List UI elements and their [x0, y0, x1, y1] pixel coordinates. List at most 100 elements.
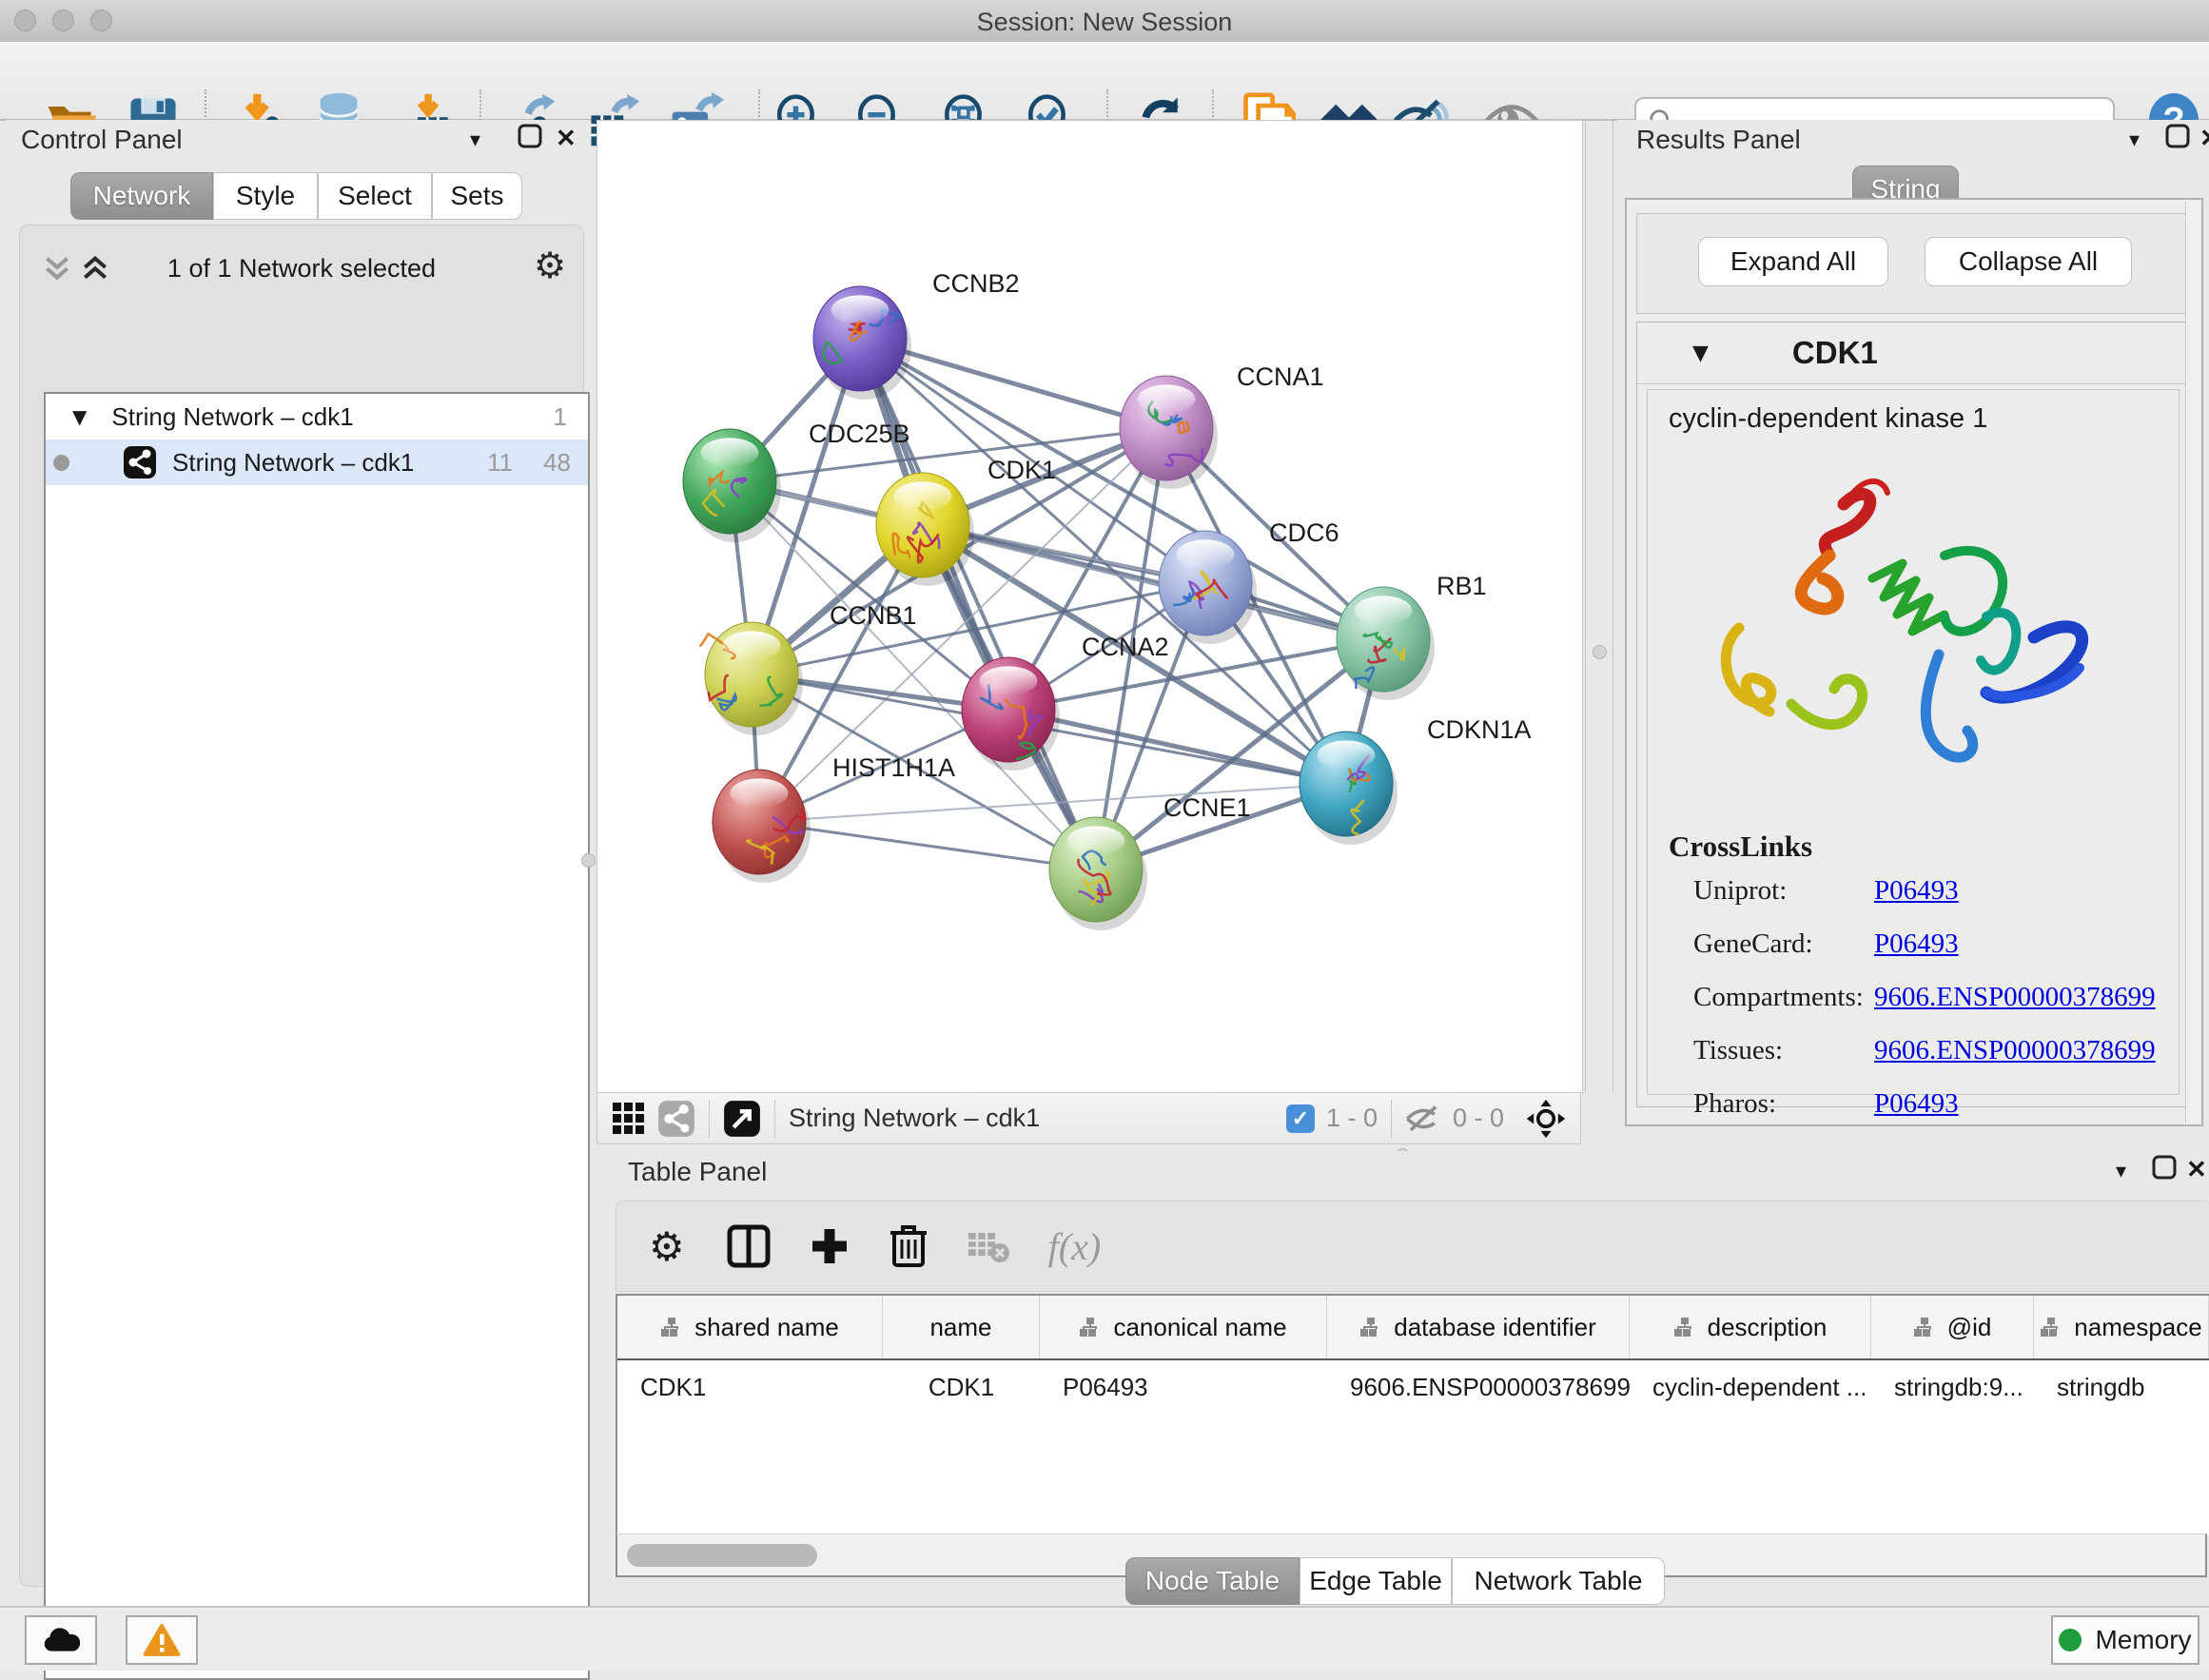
network-node-label-CCNB1: CCNB1 — [830, 601, 917, 630]
network-edge-CCNA1-HIST1H1A[interactable] — [759, 428, 1166, 822]
node-gloss-highlight — [831, 295, 889, 324]
table-panel-collapse-icon[interactable]: ▾ — [2116, 1159, 2126, 1183]
left-splitter-handle[interactable] — [581, 853, 596, 868]
warning-icon — [143, 1623, 181, 1657]
table-options-gear-icon[interactable]: ⚙ — [649, 1223, 685, 1270]
string-app-icon — [123, 445, 157, 479]
crosslinks-heading: CrossLinks — [1669, 830, 1812, 864]
results-panel-collapse-icon[interactable]: ▾ — [2129, 127, 2140, 152]
crosslink-value-link[interactable]: 9606.ENSP00000378699 — [1874, 1035, 2156, 1066]
network-collection-row[interactable]: ▼ String Network – cdk1 1 — [46, 394, 588, 440]
crosslink-label: GeneCard: — [1693, 928, 1874, 960]
right-splitter-handle[interactable] — [1593, 645, 1607, 659]
network-node-label-CDKN1A: CDKN1A — [1427, 715, 1532, 744]
node-gloss-highlight — [731, 778, 789, 808]
results-panel-float-icon[interactable] — [2165, 124, 2190, 148]
node-table[interactable]: shared name namecanonical namedatabase id… — [616, 1294, 2209, 1535]
crosslink-row: GeneCard:P06493 — [1693, 928, 2169, 960]
function-builder-icon[interactable]: f(x) — [1048, 1224, 1102, 1269]
network-selection-status: 1 of 1 Network selected — [20, 254, 583, 283]
network-node-count: 11 — [487, 448, 513, 478]
node-gloss-highlight — [894, 481, 952, 511]
column-header-@id[interactable]: @id — [1871, 1296, 2034, 1358]
results-scrollbar[interactable] — [2185, 202, 2199, 1123]
column-header-name[interactable]: name — [883, 1296, 1040, 1358]
crosslink-label: Uniprot: — [1693, 875, 1874, 907]
control-panel-close-icon[interactable]: ✕ — [556, 124, 577, 153]
cloud-icon — [42, 1627, 80, 1653]
cloud-status-button[interactable] — [25, 1615, 97, 1665]
tab-network-table[interactable]: Network Table — [1452, 1557, 1665, 1605]
crosslink-value-link[interactable]: P06493 — [1874, 928, 1959, 960]
column-header-namespace[interactable]: namespace — [2034, 1296, 2209, 1358]
table-cell-namespace[interactable]: stringdb — [2034, 1358, 2209, 1416]
column-header-label: namespace — [2074, 1313, 2201, 1342]
table-cell-description[interactable]: cyclin-dependent ... — [1630, 1358, 1871, 1416]
column-header-database-identifier[interactable]: database identifier — [1327, 1296, 1630, 1358]
column-header-canonical-name[interactable]: canonical name — [1040, 1296, 1327, 1358]
tab-edge-table[interactable]: Edge Table — [1300, 1557, 1452, 1605]
detach-view-icon[interactable] — [723, 1100, 761, 1138]
control-panel-collapse-icon[interactable]: ▾ — [470, 127, 480, 152]
crosslink-row: Pharos:P06493 — [1693, 1088, 2169, 1120]
table-cell-@id[interactable]: stringdb:9... — [1871, 1358, 2034, 1416]
node-gloss-highlight — [980, 666, 1038, 695]
collection-expander-icon[interactable]: ▼ — [72, 405, 87, 428]
network-name: String Network – cdk1 — [172, 448, 414, 478]
network-node-label-RB1: RB1 — [1437, 572, 1487, 600]
network-view-title: String Network – cdk1 — [789, 1104, 1040, 1133]
hidden-indicator-eye-slash-icon[interactable] — [1405, 1104, 1441, 1134]
column-header-shared-name[interactable]: shared name — [617, 1296, 883, 1358]
netbar-separator — [1391, 1100, 1392, 1138]
network-view-icon[interactable] — [657, 1100, 695, 1138]
netbar-separator — [774, 1100, 775, 1138]
table-panel-float-icon[interactable] — [2152, 1155, 2177, 1180]
network-node-label-CCNB2: CCNB2 — [932, 269, 1020, 298]
table-cell-name[interactable]: CDK1 — [883, 1358, 1040, 1416]
memory-label: Memory — [2095, 1625, 2191, 1655]
memory-button[interactable]: Memory — [2051, 1615, 2199, 1665]
table-panel-close-icon[interactable]: ✕ — [2186, 1155, 2207, 1184]
network-node-label-CDC6: CDC6 — [1269, 518, 1339, 547]
table-cell-canonical-name[interactable]: P06493 — [1040, 1358, 1327, 1416]
tab-style[interactable]: Style — [213, 172, 318, 220]
table-hscrollbar-thumb[interactable] — [627, 1544, 817, 1567]
column-header-description[interactable]: description — [1630, 1296, 1871, 1358]
network-options-gear-icon[interactable]: ⚙ — [534, 244, 566, 286]
crosslink-value-link[interactable]: 9606.ENSP00000378699 — [1874, 982, 2156, 1013]
network-node-label-CCNE1: CCNE1 — [1163, 793, 1251, 822]
grid-view-icon[interactable] — [613, 1103, 644, 1134]
crosslink-value-link[interactable]: P06493 — [1874, 875, 1959, 907]
birds-eye-toggle-icon[interactable] — [1525, 1098, 1567, 1140]
control-panel-float-icon[interactable] — [518, 124, 542, 148]
delete-column-trash-icon[interactable] — [889, 1223, 929, 1269]
show-columns-icon[interactable] — [727, 1224, 771, 1268]
network-row-selected[interactable]: String Network – cdk1 11 48 — [46, 440, 588, 485]
network-canvas[interactable]: CCNB2CCNA1CDC25BCDK1CDC6RB1CCNB1CCNA2CDK… — [596, 120, 1583, 1094]
shared-column-icon — [1079, 1317, 1102, 1338]
network-node-label-HIST1H1A: HIST1H1A — [832, 753, 955, 782]
memory-status-dot-icon — [2059, 1629, 2082, 1651]
shared-column-icon — [1673, 1317, 1696, 1338]
delete-table-icon[interactable] — [967, 1229, 1010, 1263]
splitter-line — [1585, 120, 1586, 1092]
gene-section-expander-icon[interactable]: ▼ — [1692, 342, 1709, 365]
crosslink-value-link[interactable]: P06493 — [1874, 1088, 1959, 1120]
network-node-label-CDK1: CDK1 — [987, 456, 1056, 484]
selected-indicator-checkbox-icon[interactable]: ✓ — [1286, 1104, 1315, 1133]
column-header-label: shared name — [694, 1313, 839, 1342]
expand-all-button[interactable]: Expand All — [1698, 237, 1888, 286]
crosslink-row: Uniprot:P06493 — [1693, 875, 2169, 907]
tab-node-table[interactable]: Node Table — [1125, 1557, 1300, 1605]
collection-count: 1 — [554, 402, 567, 432]
tab-network[interactable]: Network — [70, 172, 213, 220]
tab-select[interactable]: Select — [318, 172, 432, 220]
tab-sets[interactable]: Sets — [432, 172, 522, 220]
table-cell-database-identifier[interactable]: 9606.ENSP00000378699 — [1327, 1358, 1630, 1416]
current-network-dot-icon — [53, 455, 69, 471]
results-panel-close-icon[interactable]: ✕ — [2199, 124, 2209, 153]
table-cell-shared-name[interactable]: CDK1 — [617, 1358, 883, 1416]
create-column-plus-icon[interactable] — [809, 1225, 850, 1267]
warnings-button[interactable] — [126, 1615, 198, 1665]
collapse-all-button[interactable]: Collapse All — [1925, 237, 2132, 286]
